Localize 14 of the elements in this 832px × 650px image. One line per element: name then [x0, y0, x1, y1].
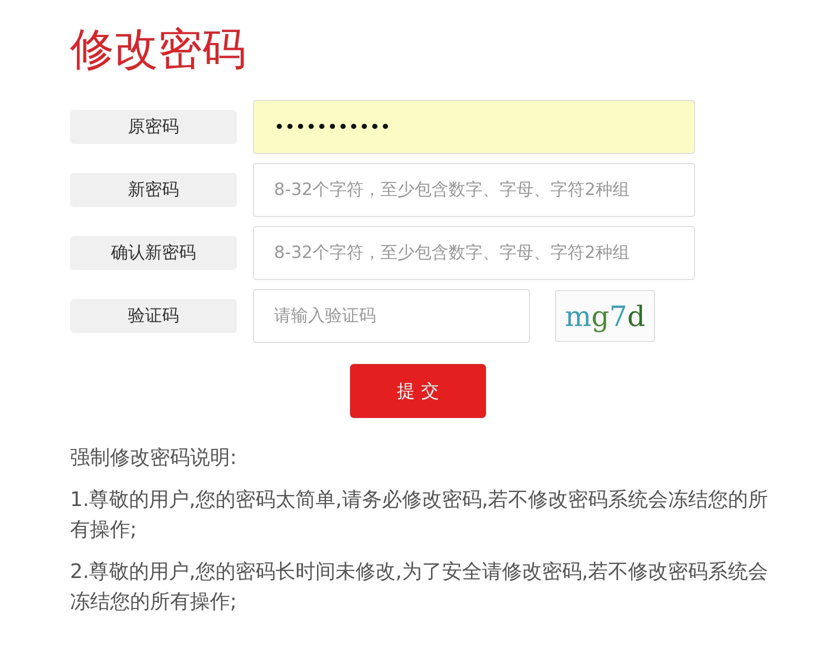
note-text: 2.尊敬的用户,您的密码长时间未修改,为了安全请修改密码,若不修改密码系统会冻结您的所有操作;	[70, 558, 770, 615]
password-field[interactable]: •••••••••••	[253, 100, 695, 154]
captcha-field[interactable]: 请输入验证码	[253, 289, 530, 343]
password-field[interactable]: 8-32个字符，至少包含数字、字母、字符2种组	[253, 163, 695, 217]
field-label: 验证码	[70, 299, 237, 333]
page-title: 修改密码	[70, 23, 247, 77]
field-label: 确认新密码	[70, 236, 237, 270]
note-text: 1.尊敬的用户,您的密码太简单,请务必修改密码,若不修改密码系统会冻结您的所有操作;	[70, 486, 770, 543]
submit-button[interactable]: 提 交	[350, 364, 486, 418]
field-label: 原密码	[70, 110, 237, 144]
field-label: 新密码	[70, 173, 237, 207]
password-field[interactable]: 8-32个字符，至少包含数字、字母、字符2种组	[253, 226, 695, 280]
notes-heading: 强制修改密码说明:	[70, 444, 238, 471]
captcha-image[interactable]: mg7d	[555, 290, 655, 342]
